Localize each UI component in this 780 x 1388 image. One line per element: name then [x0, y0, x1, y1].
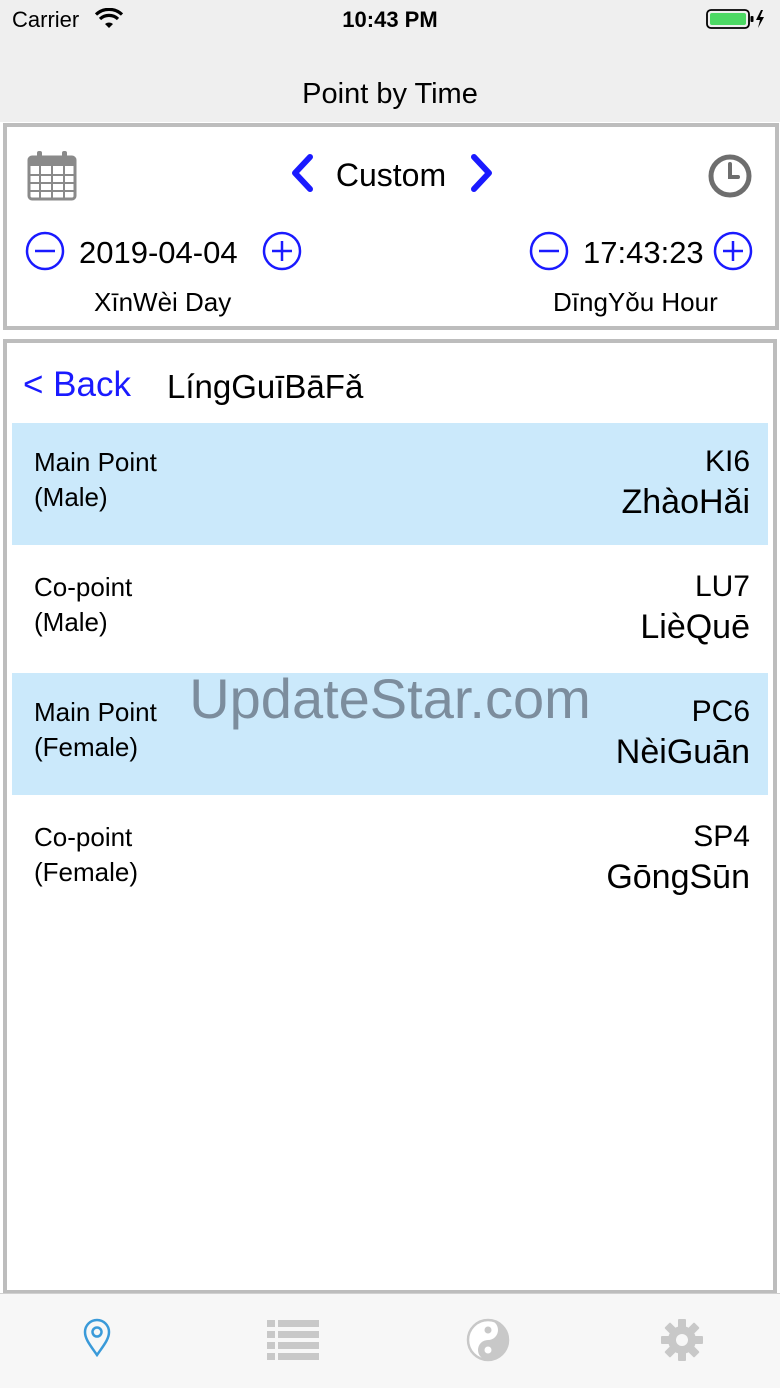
tab-yin-yang[interactable]	[466, 1318, 510, 1367]
list-icon	[267, 1320, 319, 1364]
next-mode-chevron-icon[interactable]	[469, 153, 495, 198]
time-increment-button[interactable]	[713, 231, 753, 271]
back-button[interactable]: < Back	[23, 365, 131, 405]
point-name: NèiGuān	[615, 733, 750, 771]
tab-settings[interactable]	[660, 1318, 704, 1367]
point-code: LU7	[694, 570, 750, 603]
date-increment-button[interactable]	[262, 231, 302, 271]
mode-label: Custom	[335, 157, 447, 193]
point-list-panel: < Back LíngGuīBāFǎ Main Point (Male) KI6…	[3, 339, 777, 1294]
point-role-label: Co-point (Male)	[34, 570, 132, 640]
yin-yang-icon	[466, 1318, 510, 1366]
tab-bar	[0, 1293, 780, 1388]
point-role-line2: (Female)	[34, 732, 139, 762]
navigation-bar: Point by Time	[0, 40, 780, 122]
point-role-line2: (Male)	[34, 607, 108, 637]
location-pin-icon	[80, 1318, 114, 1362]
point-role-line1: Co-point	[34, 572, 133, 602]
point-role-label: Co-point (Female)	[34, 820, 138, 890]
hour-name-label: DīngYǒu Hour	[553, 287, 718, 317]
clock-icon[interactable]	[707, 153, 753, 204]
list-item[interactable]: Main Point (Male) KI6 ZhàoHǎi	[12, 423, 768, 545]
point-code: KI6	[704, 445, 750, 478]
gear-icon	[660, 1319, 704, 1366]
tab-location[interactable]	[80, 1318, 114, 1363]
point-role-label: Main Point (Male)	[34, 445, 157, 515]
status-bar: Carrier 10:43 PM	[0, 0, 780, 40]
status-time: 10:43 PM	[342, 7, 438, 32]
list-item[interactable]: Co-point (Male) LU7 LièQuē	[12, 548, 768, 670]
point-role-line2: (Male)	[34, 482, 108, 512]
date-value: 2019-04-04	[79, 235, 238, 270]
day-name-label: XīnWèi Day	[94, 287, 232, 317]
point-role-line2: (Female)	[34, 857, 139, 887]
tab-list[interactable]	[267, 1318, 319, 1365]
date-decrement-button[interactable]	[25, 231, 65, 271]
datetime-selector-panel: Custom 2019-04-04 XīnWèi Day 17:43:23 Dī…	[3, 123, 779, 330]
watermark: UpdateStar.com	[189, 667, 591, 730]
point-name: LièQuē	[640, 608, 750, 646]
list-title: LíngGuīBāFǎ	[167, 368, 364, 405]
point-code: SP4	[693, 820, 750, 853]
point-role-line1: Co-point	[34, 822, 133, 852]
page-title: Point by Time	[302, 78, 478, 110]
point-name: GōngSūn	[606, 858, 750, 896]
point-role-line1: Main Point	[34, 447, 157, 477]
battery-icon	[706, 8, 768, 35]
time-value: 17:43:23	[583, 235, 704, 270]
time-decrement-button[interactable]	[529, 231, 569, 271]
list-item[interactable]: Co-point (Female) SP4 GōngSūn	[12, 798, 768, 920]
point-name: ZhàoHǎi	[621, 483, 750, 521]
